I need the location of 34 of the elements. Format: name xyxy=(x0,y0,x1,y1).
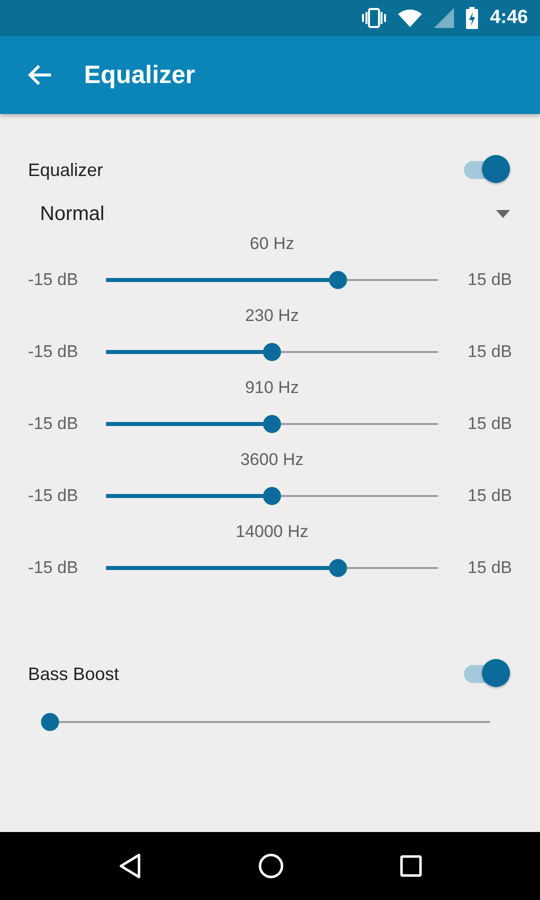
battery-icon xyxy=(466,7,478,29)
band-frequency: 60 Hz xyxy=(250,234,294,254)
max-gain-label: 15 dB xyxy=(468,486,512,506)
min-gain-label: -15 dB xyxy=(28,342,78,362)
bass-boost-label: Bass Boost xyxy=(28,664,120,684)
band-frequency: 230 Hz xyxy=(245,306,299,326)
min-gain-label: -15 dB xyxy=(28,558,78,578)
min-gain-label: -15 dB xyxy=(28,414,78,434)
band-frequency: 14000 Hz xyxy=(236,522,308,542)
min-gain-label: -15 dB xyxy=(28,270,78,290)
back-icon[interactable] xyxy=(118,853,142,879)
max-gain-label: 15 dB xyxy=(468,342,512,362)
slider-thumb[interactable] xyxy=(263,487,281,505)
band-frequency: 3600 Hz xyxy=(240,450,304,470)
band-frequency: 910 Hz xyxy=(245,378,299,398)
vibrate-icon xyxy=(362,8,386,28)
wifi-icon xyxy=(398,9,422,27)
caret-icon xyxy=(496,210,510,218)
slider-thumb[interactable] xyxy=(329,271,348,289)
signal-icon xyxy=(434,8,454,28)
home-icon[interactable] xyxy=(258,853,284,879)
screen-title: Equalizer xyxy=(84,60,196,90)
equalizer-label: Equalizer xyxy=(28,160,104,180)
max-gain-label: 15 dB xyxy=(468,414,512,434)
min-gain-label: -15 dB xyxy=(28,486,78,506)
max-gain-label: 15 dB xyxy=(468,270,512,290)
preset-dropdown[interactable]: Normal xyxy=(28,200,512,228)
recents-icon[interactable] xyxy=(400,855,422,877)
slider-thumb[interactable] xyxy=(263,415,281,433)
slider-thumb[interactable] xyxy=(41,713,59,731)
slider-thumb[interactable] xyxy=(329,559,348,577)
slider-thumb[interactable] xyxy=(263,343,281,361)
clock-time: 4:46 xyxy=(490,7,528,29)
max-gain-label: 15 dB xyxy=(468,558,512,578)
